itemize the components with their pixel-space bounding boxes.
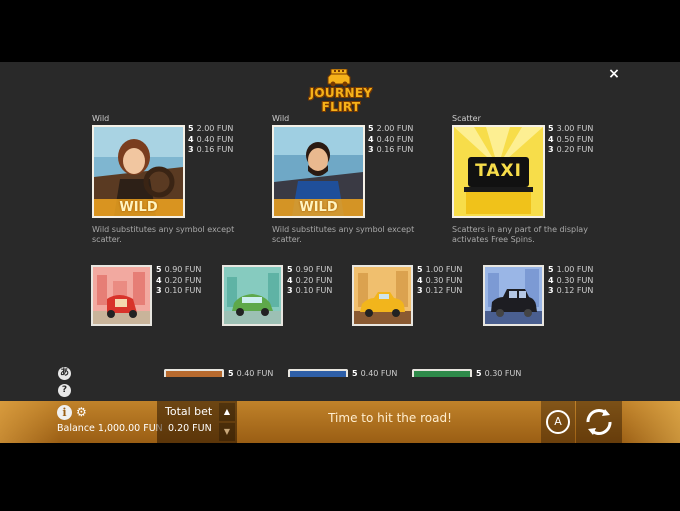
payout-list: 5 0.40 FUN bbox=[352, 369, 398, 378]
red-tuktuk-image bbox=[93, 267, 150, 324]
language-icon[interactable]: あ bbox=[58, 367, 71, 380]
payout-list: 5 0.40 FUN bbox=[228, 369, 274, 378]
orange-symbol bbox=[164, 369, 224, 377]
taxi-sign-text: TAXI bbox=[475, 161, 522, 181]
autoplay-box: A bbox=[541, 401, 575, 443]
symbol-category-label: Wild bbox=[272, 114, 290, 123]
blue-symbol bbox=[288, 369, 348, 377]
yellow-taxi-image bbox=[354, 267, 411, 324]
black-cab-symbol bbox=[483, 265, 544, 326]
payout-list: 5 1.00 FUN 4 0.30 FUN 3 0.12 FUN bbox=[417, 265, 463, 295]
total-bet-value: 0.20 FUN bbox=[168, 423, 212, 434]
bet-increase-button[interactable]: ▲ bbox=[219, 403, 235, 421]
info-button[interactable]: i bbox=[57, 405, 72, 420]
spin-button[interactable] bbox=[581, 404, 617, 440]
wild-text: WILD bbox=[119, 200, 158, 215]
bar-decoration bbox=[0, 401, 60, 443]
close-button[interactable]: × bbox=[606, 66, 622, 82]
woman-driver-wild-symbol: WILD bbox=[92, 125, 185, 218]
green-symbol bbox=[412, 369, 472, 377]
wild-text: WILD bbox=[299, 200, 338, 215]
payout-list: 5 2.00 FUN 4 0.40 FUN 3 0.16 FUN bbox=[188, 124, 234, 154]
total-bet-label: Total bet bbox=[165, 405, 213, 418]
bar-decoration bbox=[620, 401, 680, 443]
payout-list: 5 0.30 FUN bbox=[476, 369, 522, 378]
green-car-symbol bbox=[222, 265, 283, 326]
symbol-description: Wild substitutes any symbol except scatt… bbox=[92, 225, 235, 244]
man-driver-wild-symbol: WILD bbox=[272, 125, 365, 218]
total-bet-box: Total bet 0.20 FUN ▲ ▼ bbox=[157, 401, 237, 443]
spin-box bbox=[576, 401, 622, 443]
payout-list: 5 1.00 FUN 4 0.30 FUN 3 0.12 FUN bbox=[548, 265, 594, 295]
symbol-category-label: Scatter bbox=[452, 114, 481, 123]
symbol-description: Scatters in any part of the display acti… bbox=[452, 225, 588, 244]
payout-list: 5 0.90 FUN 4 0.20 FUN 3 0.10 FUN bbox=[156, 265, 202, 295]
green-car-image bbox=[224, 267, 281, 324]
black-cab-image bbox=[485, 267, 542, 324]
symbol-description: Wild substitutes any symbol except scatt… bbox=[272, 225, 415, 244]
game-logo: JOURNEY FLIRT bbox=[296, 69, 386, 114]
payout-list: 5 3.00 FUN 4 0.50 FUN 3 0.20 FUN bbox=[548, 124, 594, 154]
payout-list: 5 2.00 FUN 4 0.40 FUN 3 0.16 FUN bbox=[368, 124, 414, 154]
red-tuktuk-symbol bbox=[91, 265, 152, 326]
taxi-sign-scatter-symbol: TAXI bbox=[452, 125, 545, 218]
bottom-control-bar: i ⚙ Balance 1,000.00 FUN Total bet 0.20 … bbox=[0, 401, 680, 443]
autoplay-button[interactable]: A bbox=[546, 410, 570, 434]
paytable-panel: JOURNEY FLIRT × Wild WILD 5 2.00 FUN 4 0.4… bbox=[0, 62, 680, 401]
logo-text: JOURNEY FLIRT bbox=[309, 86, 373, 114]
yellow-taxi-symbol bbox=[352, 265, 413, 326]
status-message: Time to hit the road! bbox=[328, 411, 452, 425]
taxi-logo-icon bbox=[327, 69, 351, 87]
help-icon[interactable]: ? bbox=[58, 384, 71, 397]
bet-decrease-button[interactable]: ▼ bbox=[219, 423, 235, 441]
settings-gear-icon[interactable]: ⚙ bbox=[76, 406, 89, 419]
symbol-category-label: Wild bbox=[92, 114, 110, 123]
payout-list: 5 0.90 FUN 4 0.20 FUN 3 0.10 FUN bbox=[287, 265, 333, 295]
balance-display: Balance 1,000.00 FUN bbox=[57, 423, 163, 434]
